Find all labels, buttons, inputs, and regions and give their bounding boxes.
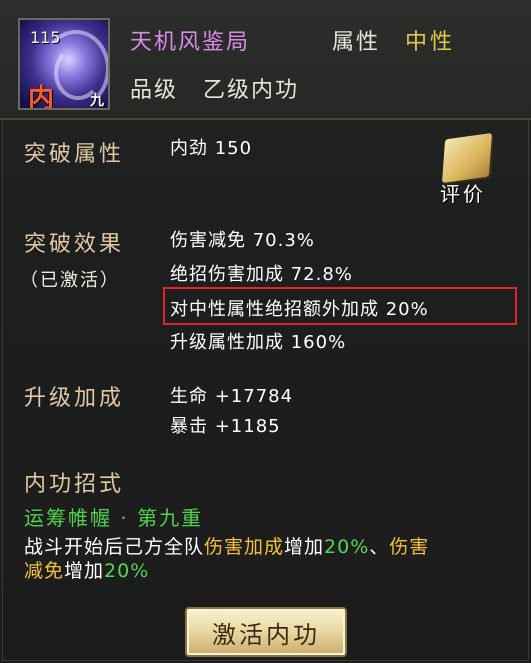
effect-line: 升级属性加成 160% — [170, 332, 347, 353]
breakthrough-effect-status: （已激活） — [20, 270, 120, 291]
moves-title: 内功招式 — [24, 472, 125, 497]
breakthrough-attr-line: 内劲 150 — [170, 138, 253, 159]
desc-text: 战斗开始后己方全队 — [24, 536, 205, 558]
grade-value: 乙级内功 — [203, 78, 300, 103]
effect-line: 绝招伤害加成 72.8% — [170, 264, 353, 285]
upgrade-bonus-line: 生命 +17784 — [170, 386, 294, 407]
activate-skill-button[interactable]: 激活内功 — [185, 607, 347, 657]
desc-value: 20% — [104, 560, 150, 582]
breakthrough-attr-title: 突破属性 — [24, 142, 125, 167]
effect-line: 伤害减免 70.3% — [170, 230, 315, 251]
desc-value: 20% — [324, 536, 370, 558]
upgrade-bonus-line: 暴击 +1185 — [170, 416, 281, 437]
move-name: 运筹帷幄 · 第九重 — [24, 506, 204, 530]
upgrade-bonus-title: 升级加成 — [24, 386, 125, 411]
desc-text: 、 — [369, 536, 390, 558]
breakthrough-effect-title: 突破效果 — [24, 232, 125, 257]
attribute-value: 中性 — [405, 30, 456, 55]
attribute-label: 属性 — [332, 30, 381, 55]
move-description-line-1: 战斗开始后己方全队伤害加成增加20%、伤害 — [24, 532, 429, 559]
desc-highlight: 伤害 — [389, 536, 430, 558]
skill-name: 天机风鉴局 — [130, 30, 251, 55]
highlight-box — [163, 287, 517, 325]
desc-highlight: 伤害加成 — [204, 536, 285, 558]
desc-text: 增加 — [64, 560, 105, 582]
skill-tier-badge: 九 — [90, 93, 104, 109]
evaluate-label: 评价 — [440, 182, 486, 206]
desc-text: 增加 — [284, 536, 325, 558]
move-description-line-2: 减免增加20% — [24, 556, 149, 583]
grade-label: 品级 — [130, 78, 179, 103]
desc-highlight: 减免 — [24, 560, 65, 582]
skill-level-badge: 115 — [30, 28, 61, 47]
evaluate-button[interactable]: 评价 — [430, 130, 510, 210]
skill-header: 115 内 九 天机风鉴局 属性 中性 品级 乙级内功 — [0, 0, 531, 120]
skill-icon[interactable]: 115 内 九 — [18, 18, 110, 110]
skill-type-badge: 内 — [28, 84, 55, 110]
skill-detail-panel: 115 内 九 天机风鉴局 属性 中性 品级 乙级内功 评价 突破属性 内劲 1… — [0, 0, 531, 663]
evaluate-scroll-icon — [441, 133, 493, 183]
